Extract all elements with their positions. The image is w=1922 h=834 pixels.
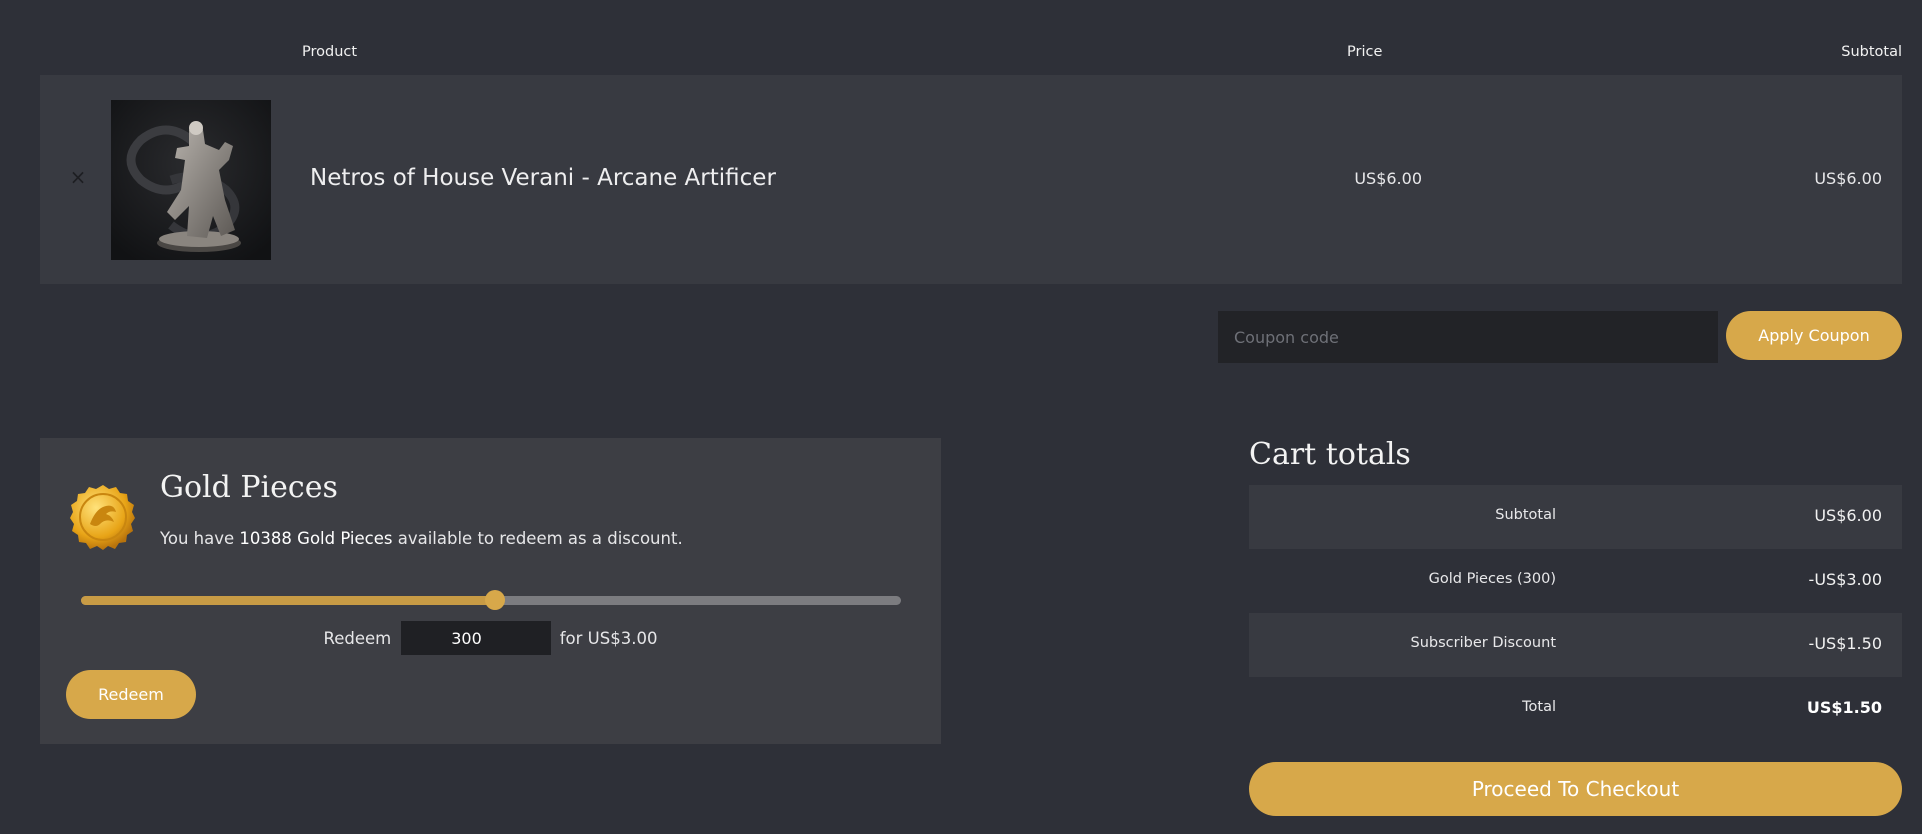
- totals-value: US$6.00: [1814, 506, 1882, 525]
- slider-handle[interactable]: [485, 590, 506, 610]
- totals-label: Total: [1522, 699, 1556, 715]
- totals-row-subtotal: Subtotal US$6.00: [1249, 485, 1902, 549]
- slider-fill: [81, 596, 496, 605]
- totals-row-subscriber-discount: Subscriber Discount -US$1.50: [1249, 613, 1902, 677]
- cart-table-header: Product Price Subtotal: [40, 44, 1902, 66]
- totals-row-gold-pieces: Gold Pieces (300) -US$3.00: [1249, 549, 1902, 613]
- coupon-code-input[interactable]: [1218, 311, 1718, 363]
- redeem-prefix: Redeem: [323, 628, 392, 648]
- totals-value: US$1.50: [1806, 698, 1882, 717]
- header-subtotal: Subtotal: [1841, 44, 1902, 60]
- header-product: Product: [302, 44, 358, 60]
- product-name[interactable]: Netros of House Verani - Arcane Artifice…: [310, 165, 776, 191]
- totals-label: Subtotal: [1495, 507, 1556, 523]
- totals-label: Gold Pieces (300): [1428, 571, 1556, 587]
- header-price: Price: [1347, 44, 1383, 60]
- proceed-to-checkout-button[interactable]: Proceed To Checkout: [1249, 762, 1902, 816]
- gold-desc-suffix: available to redeem as a discount.: [392, 529, 683, 548]
- gold-balance: 10388 Gold Pieces: [239, 529, 393, 548]
- redeem-amount-line: Redeem for US$3.00: [40, 621, 941, 655]
- redeem-amount-input[interactable]: [400, 621, 551, 655]
- redeem-suffix: for US$3.00: [559, 628, 658, 648]
- gold-pieces-panel: Gold Pieces You have 10388 Gold Pieces a…: [40, 438, 941, 744]
- totals-value: -US$3.00: [1808, 570, 1882, 589]
- product-thumbnail[interactable]: [111, 100, 271, 260]
- item-price: US$6.00: [1354, 169, 1422, 188]
- remove-item-icon[interactable]: ×: [65, 164, 91, 190]
- totals-label: Subscriber Discount: [1410, 635, 1556, 651]
- totals-value: -US$1.50: [1808, 634, 1882, 653]
- gold-pieces-title: Gold Pieces: [160, 470, 338, 505]
- cart-totals-title: Cart totals: [1249, 437, 1411, 472]
- apply-coupon-button[interactable]: Apply Coupon: [1726, 311, 1902, 360]
- miniature-image: [111, 100, 271, 260]
- gold-desc-prefix: You have: [160, 529, 240, 548]
- gold-coin-icon: [70, 484, 136, 550]
- cart-item-row: × Netros of House Verani - Arcane Artifi…: [40, 75, 1902, 284]
- gold-balance-text: You have 10388 Gold Pieces available to …: [160, 529, 683, 548]
- totals-row-total: Total US$1.50: [1249, 677, 1902, 741]
- redeem-button[interactable]: Redeem: [66, 670, 196, 719]
- cart-totals-table: Subtotal US$6.00 Gold Pieces (300) -US$3…: [1249, 485, 1902, 741]
- gold-redeem-slider[interactable]: [81, 590, 901, 610]
- item-subtotal: US$6.00: [1814, 169, 1882, 188]
